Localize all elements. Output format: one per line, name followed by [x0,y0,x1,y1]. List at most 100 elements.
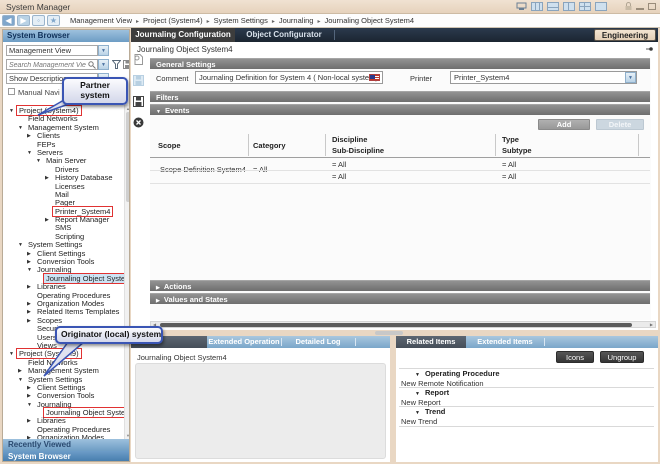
comment-field[interactable]: Journaling Definition for System 4 ( Non… [195,71,383,84]
expand-icon[interactable]: ▶ [27,258,35,266]
expand-icon[interactable]: ▶ [18,367,26,375]
tree-scroll-thumb[interactable] [126,112,130,202]
row-discipline[interactable]: = All [332,160,346,169]
system-browser-bottom-tab[interactable]: System Browser [3,451,129,462]
related-item[interactable]: New Report [399,398,654,408]
filter-icon[interactable] [112,60,121,69]
related-group-header[interactable]: ▼Operating Procedure [399,369,654,379]
expand-icon[interactable]: ▶ [27,300,35,308]
scroll-up-icon[interactable]: ▲ [125,106,130,111]
hscroll-thumb[interactable] [160,323,632,327]
tab-related-items[interactable]: Related Items [396,336,466,348]
section-general-settings[interactable]: General Settings [150,58,650,69]
pin-icon[interactable] [646,46,653,52]
column-divider[interactable] [325,134,326,156]
back-icon[interactable]: ◀ [2,15,15,26]
scroll-down-icon[interactable]: ▼ [125,433,130,438]
view-select[interactable]: Management View [6,45,98,56]
manual-navigation-checkbox[interactable] [8,88,15,95]
search-dropdown-icon[interactable]: ▼ [98,59,109,70]
engineering-mode-button[interactable]: Engineering [594,29,656,41]
expand-icon[interactable]: ▶ [27,384,35,392]
tree-item[interactable]: ▶Related Items Templates [4,308,124,316]
collapse-icon[interactable]: ▼ [36,157,44,165]
expand-icon[interactable]: ▶ [27,132,35,140]
collapse-icon[interactable]: ▼ [27,266,35,274]
collapse-icon[interactable]: ▼ [18,376,26,384]
minimize-icon[interactable] [636,3,644,10]
ungroup-button[interactable]: Ungroup [600,351,644,363]
breadcrumb-item[interactable]: System Settings [214,16,268,25]
lock-icon[interactable] [625,2,632,11]
printer-dropdown-icon[interactable]: ▼ [625,72,636,83]
section-values-states[interactable]: ▶Values and States [150,293,650,304]
column-divider[interactable] [248,134,249,156]
collapse-icon[interactable]: ▼ [9,350,17,358]
tab-journaling-configuration[interactable]: Journaling Configuration [131,28,235,42]
forward-icon[interactable]: ▶ [17,15,30,26]
restore-icon[interactable] [648,3,656,10]
expand-icon[interactable]: ▶ [27,308,35,316]
tree-item[interactable]: ▶Clients [4,132,124,140]
tab-extended-items[interactable]: Extended Items [466,336,544,348]
collapse-icon[interactable]: ▼ [415,410,420,416]
expand-icon[interactable]: ▶ [27,392,35,400]
tree-item[interactable]: ▼Management System [4,124,124,132]
new-document-icon[interactable] [133,54,144,65]
collapse-icon[interactable]: ▼ [27,149,35,157]
add-button[interactable]: Add [538,119,590,130]
related-item[interactable]: New Remote Notification [399,379,654,389]
pin-pane-icon[interactable] [516,2,527,11]
splitter-handle[interactable] [375,331,403,335]
collapse-icon[interactable]: ▼ [18,124,26,132]
column-divider[interactable] [638,134,639,156]
printer-select[interactable]: Printer_System4 [450,71,637,84]
tree-scrollbar[interactable]: ▲ ▼ [124,105,130,439]
collapse-icon[interactable]: ▼ [27,401,35,409]
collapse-icon[interactable]: ▼ [415,391,420,397]
row-type[interactable]: = All [502,160,516,169]
breadcrumb-item[interactable]: Management View [70,16,132,25]
save-search-icon[interactable] [123,60,130,69]
discard-icon[interactable] [133,117,144,128]
section-filters[interactable]: Filters [150,91,650,102]
tab-object-configurator[interactable]: Object Configurator [237,28,331,42]
save-as-icon[interactable] [133,96,144,107]
expand-icon[interactable]: ▶ [27,317,35,325]
horizontal-scrollbar[interactable]: ◀ ▶ [150,321,656,328]
recently-viewed-bar[interactable]: Recently Viewed [3,439,129,451]
related-group-header[interactable]: ▼Report [399,388,654,398]
expand-icon[interactable]: ▶ [27,417,35,425]
favorites-star-icon[interactable]: ★ [47,15,60,26]
row-subtype[interactable]: = All [502,172,516,181]
column-divider[interactable] [495,134,496,156]
expand-icon[interactable]: ▶ [27,283,35,291]
search-input[interactable] [9,61,87,70]
related-group-header[interactable]: ▼Trend [399,407,654,417]
us-flag-icon[interactable] [369,74,380,81]
layout-grid-icon[interactable] [579,2,591,11]
expand-icon[interactable]: ▶ [45,216,53,224]
section-actions[interactable]: ▶Actions [150,280,650,291]
scroll-right-icon[interactable]: ▶ [650,322,653,328]
collapse-icon[interactable]: ▼ [415,372,420,378]
view-select-dropdown-icon[interactable]: ▼ [98,45,109,56]
tab-extended-operation[interactable]: Extended Operation [207,336,281,348]
tab-detailed-log[interactable]: Detailed Log [282,336,354,348]
collapse-icon[interactable]: ▼ [9,107,17,115]
layout-columns-icon[interactable] [531,2,543,11]
section-events[interactable]: ▼Events [150,104,650,115]
layout-single-icon[interactable] [595,2,607,11]
breadcrumb-item[interactable]: Journaling Object System4 [324,16,414,25]
breadcrumb-item[interactable]: Project (System4) [143,16,203,25]
icons-button[interactable]: Icons [556,351,594,363]
layout-split-bottom-icon[interactable] [547,2,559,11]
layout-split-right-icon[interactable] [563,2,575,11]
breadcrumb-item[interactable]: Journaling [279,16,314,25]
detach-window-icon[interactable]: ◦ [32,15,45,26]
expand-icon[interactable]: ▶ [27,250,35,258]
collapse-icon[interactable]: ▼ [18,241,26,249]
row-sub-discipline[interactable]: = All [332,172,346,181]
related-item[interactable]: New Trend [399,417,654,427]
expand-icon[interactable]: ▶ [45,174,53,182]
